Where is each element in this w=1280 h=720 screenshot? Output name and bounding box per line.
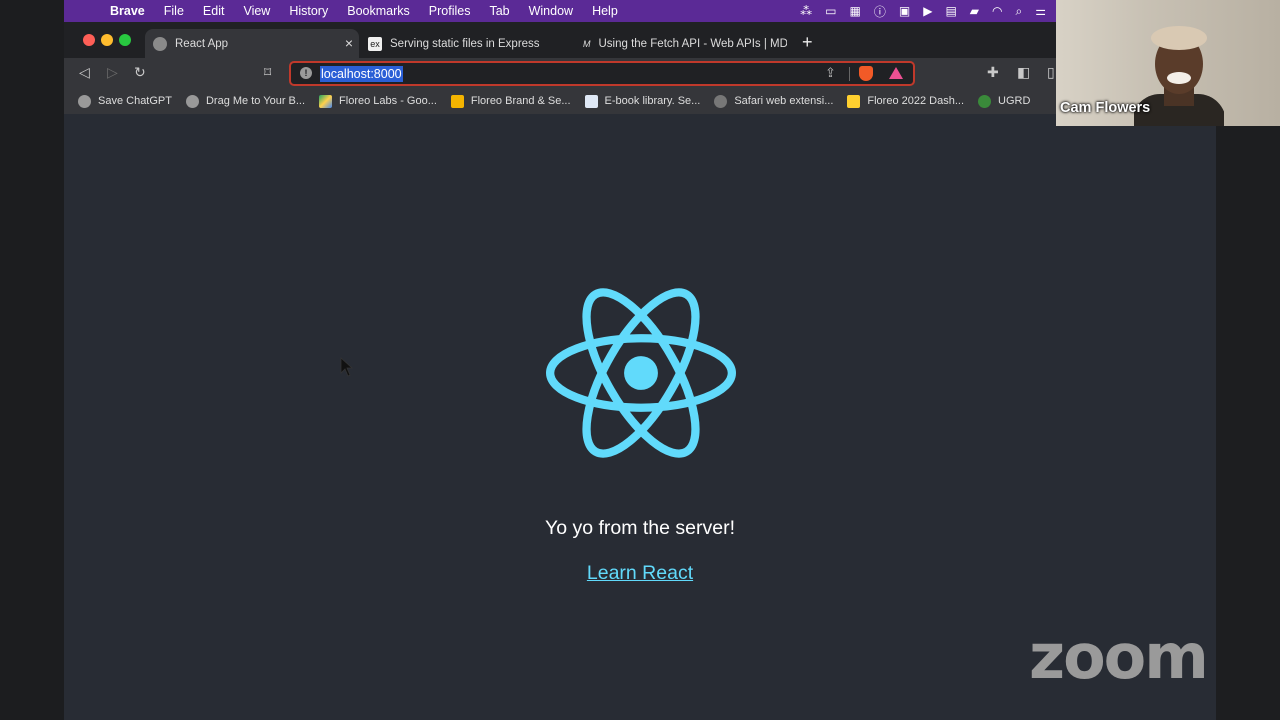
menu-window[interactable]: Window <box>529 4 573 18</box>
react-logo <box>546 288 736 458</box>
apple-icon <box>714 94 728 108</box>
miro-icon <box>847 94 861 108</box>
play-icon[interactable]: ▶ <box>923 4 932 18</box>
battery-icon[interactable]: ▰ <box>970 4 979 18</box>
bookmark-label: Safari web extensi... <box>734 95 834 107</box>
calendar-icon[interactable]: ▤ <box>945 4 956 18</box>
site-info-icon[interactable]: ! <box>300 67 312 79</box>
bookmark-label: Floreo 2022 Dash... <box>867 95 965 107</box>
zoom-watermark: zoom <box>1029 620 1209 693</box>
wallet-icon[interactable]: ▯ <box>1047 64 1055 81</box>
maximize-window-button[interactable] <box>119 34 131 46</box>
bookmark-label: Floreo Brand & Se... <box>470 95 571 107</box>
search-icon[interactable]: ⌕ <box>1016 4 1023 19</box>
browser-window: React App × ex Serving static files in E… <box>64 22 1056 126</box>
menu-history[interactable]: History <box>289 4 328 18</box>
wifi-icon[interactable]: ◠ <box>992 4 1002 18</box>
minimize-window-button[interactable] <box>101 34 113 46</box>
sidebar-icon[interactable]: ◧ <box>1017 64 1030 81</box>
menu-profiles[interactable]: Profiles <box>429 4 471 18</box>
bookmark-label: E-book library. Se... <box>604 95 701 107</box>
bookmark-label: Save ChatGPT <box>98 95 172 107</box>
screen-margin-right <box>1216 126 1280 720</box>
screen-share-icon[interactable]: ▣ <box>899 4 910 18</box>
menu-bookmarks[interactable]: Bookmarks <box>347 4 410 18</box>
bookmark-item[interactable]: Save ChatGPT <box>78 94 172 108</box>
ebook-icon <box>584 94 598 108</box>
tab-title: Serving static files in Express <box>390 37 540 50</box>
menu-tab[interactable]: Tab <box>489 4 509 18</box>
mac-menu-bar: Brave File Edit View History Bookmarks P… <box>64 0 1056 22</box>
bookmark-item[interactable]: Floreo Labs - Goo... <box>319 94 437 108</box>
slides-icon <box>450 94 464 108</box>
bookmark-item[interactable]: Floreo Brand & Se... <box>450 94 571 108</box>
bookmark-item[interactable]: Drag Me to Your B... <box>185 94 306 108</box>
tab-react-app[interactable]: React App × <box>145 29 359 58</box>
globe-icon <box>78 94 91 108</box>
bookmark-item[interactable]: Floreo 2022 Dash... <box>847 94 965 108</box>
mdn-icon: M <box>583 38 591 49</box>
bookmark-label: Drag Me to Your B... <box>205 95 306 107</box>
bookmark-icon[interactable]: ⌑ <box>264 64 271 81</box>
menu-view[interactable]: View <box>243 4 270 18</box>
back-icon[interactable]: ◁ <box>79 64 90 81</box>
bookmark-item[interactable]: UGRD <box>978 94 1031 108</box>
tab-mdn-fetch[interactable]: M Using the Fetch API - Web APIs | MDN <box>575 29 787 58</box>
address-bar[interactable]: ! localhost:8000 ⇪ <box>289 61 915 86</box>
new-tab-button[interactable]: + <box>802 32 813 53</box>
participant-name: Cam Flowers <box>1060 100 1151 116</box>
reload-icon[interactable]: ↻ <box>134 64 146 81</box>
menu-status-area: ⁂ ▭ ▦ ⓘ ▣ ▶ ▤ ▰ ◠ ⌕ ⚌ <box>800 0 1046 22</box>
menu-app-name[interactable]: Brave <box>110 4 145 18</box>
participant-video: Cam Flowers <box>1056 0 1280 126</box>
learn-react-link[interactable]: Learn React <box>587 562 693 584</box>
brave-rewards-icon[interactable] <box>889 67 903 79</box>
ugrd-icon <box>978 94 992 108</box>
mouse-cursor-icon <box>340 357 354 377</box>
tab-strip: React App × ex Serving static files in E… <box>64 22 1056 58</box>
globe-icon <box>185 94 199 108</box>
close-tab-icon[interactable]: × <box>345 35 353 51</box>
forward-icon[interactable]: ▷ <box>107 64 118 81</box>
bookmark-label: UGRD <box>998 95 1031 107</box>
control-center-icon[interactable]: ⚌ <box>1035 4 1046 18</box>
google-drive-icon <box>319 94 333 108</box>
menu-file[interactable]: File <box>164 4 184 18</box>
figma-icon[interactable]: ⁂ <box>800 4 812 18</box>
menu-edit[interactable]: Edit <box>203 4 225 18</box>
tab-title: React App <box>175 37 229 50</box>
tab-title: Using the Fetch API - Web APIs | MDN <box>598 37 788 50</box>
address-bar-divider <box>849 67 850 81</box>
menu-help[interactable]: Help <box>592 4 618 18</box>
bookmark-item[interactable]: E-book library. Se... <box>584 94 701 108</box>
layout-icon[interactable]: ▦ <box>850 4 861 18</box>
server-message: Yo yo from the server! <box>544 517 736 539</box>
display-icon[interactable]: ▭ <box>825 4 836 18</box>
url-text[interactable]: localhost:8000 <box>320 66 403 82</box>
bookmark-label: Floreo Labs - Goo... <box>339 95 437 107</box>
browser-toolbar: ◁ ▷ ↻ ⌑ ! localhost:8000 ⇪ ✚ ◧ ▯ <box>64 58 1056 88</box>
bookmarks-bar: Save ChatGPT Drag Me to Your B... Floreo… <box>64 88 1056 114</box>
close-window-button[interactable] <box>83 34 95 46</box>
globe-icon <box>153 36 167 51</box>
tab-express[interactable]: ex Serving static files in Express <box>360 29 574 58</box>
extensions-icon[interactable]: ✚ <box>987 64 999 81</box>
brave-shields-icon[interactable] <box>859 66 873 81</box>
share-icon[interactable]: ⇪ <box>825 65 836 81</box>
express-icon: ex <box>368 36 382 51</box>
info-icon[interactable]: ⓘ <box>874 3 886 20</box>
bookmark-item[interactable]: Safari web extensi... <box>714 94 834 108</box>
learn-react-container: Learn React <box>64 562 1216 585</box>
